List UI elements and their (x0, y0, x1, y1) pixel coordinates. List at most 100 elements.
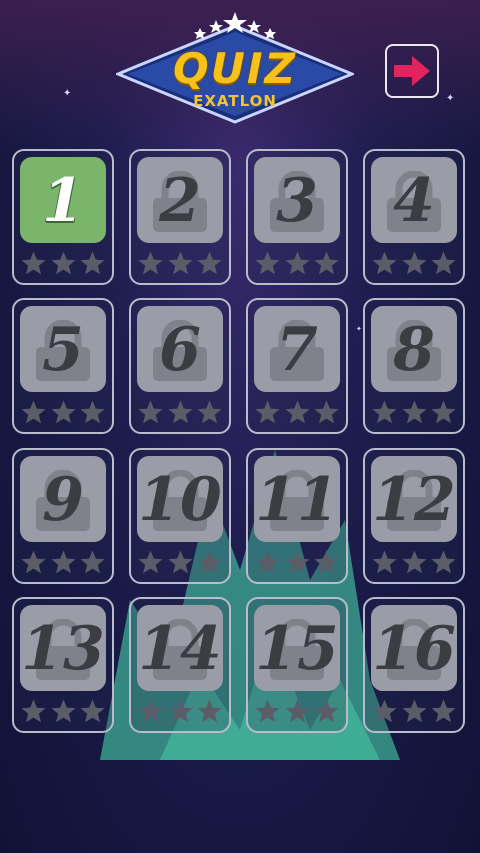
star-icon (168, 550, 192, 573)
star-icon (80, 699, 105, 722)
star-icon (80, 400, 105, 423)
star-icon (402, 400, 426, 423)
star-rating (371, 548, 457, 576)
level-card-12[interactable]: 12 (363, 448, 465, 584)
star-icon (51, 699, 75, 722)
level-card-6[interactable]: 6 (129, 298, 231, 434)
star-icon (21, 400, 46, 423)
level-number: 11 (255, 465, 339, 535)
level-tile[interactable]: 5 (20, 306, 106, 392)
level-tile[interactable]: 3 (254, 157, 340, 243)
star-icon (168, 699, 192, 722)
level-tile[interactable]: 16 (371, 605, 457, 691)
level-tile[interactable]: 7 (254, 306, 340, 392)
star-rating (137, 697, 223, 725)
star-icon (51, 550, 75, 573)
star-icon (402, 699, 426, 722)
star-icon (138, 699, 163, 722)
level-number: 4 (393, 166, 435, 236)
level-tile[interactable]: 10 (137, 456, 223, 542)
star-icon (21, 699, 46, 722)
star-rating (371, 249, 457, 277)
level-card-16[interactable]: 16 (363, 597, 465, 733)
level-card-5[interactable]: 5 (12, 298, 114, 434)
star-icon (431, 699, 456, 722)
star-rating (371, 697, 457, 725)
star-icon (255, 550, 280, 573)
star-rating (20, 398, 106, 426)
star-icon (372, 251, 397, 274)
star-icon (255, 400, 280, 423)
level-number: 9 (42, 465, 84, 535)
star-icon (197, 251, 222, 274)
level-tile[interactable]: 13 (20, 605, 106, 691)
level-number: 13 (21, 614, 105, 684)
level-card-9[interactable]: 9 (12, 448, 114, 584)
star-rating (254, 398, 340, 426)
star-icon (168, 251, 192, 274)
level-card-4[interactable]: 4 (363, 149, 465, 285)
star-icon (285, 400, 309, 423)
star-rating (254, 548, 340, 576)
level-card-14[interactable]: 14 (129, 597, 231, 733)
star-icon (197, 400, 222, 423)
level-number: 6 (159, 315, 201, 385)
star-icon (372, 550, 397, 573)
star-icon (285, 699, 309, 722)
level-number: 1 (42, 166, 84, 236)
star-icon (372, 699, 397, 722)
level-number: 12 (372, 465, 456, 535)
level-tile[interactable]: 11 (254, 456, 340, 542)
level-card-8[interactable]: 8 (363, 298, 465, 434)
star-icon (138, 251, 163, 274)
level-number: 10 (138, 465, 222, 535)
level-card-1[interactable]: 1 (12, 149, 114, 285)
star-rating (254, 697, 340, 725)
level-tile[interactable]: 9 (20, 456, 106, 542)
level-tile[interactable]: 14 (137, 605, 223, 691)
level-tile[interactable]: 12 (371, 456, 457, 542)
star-icon (51, 400, 75, 423)
level-card-15[interactable]: 15 (246, 597, 348, 733)
star-icon (314, 400, 339, 423)
star-icon (21, 550, 46, 573)
level-tile[interactable]: 6 (137, 306, 223, 392)
star-icon (80, 251, 105, 274)
star-icon (372, 400, 397, 423)
star-icon (80, 550, 105, 573)
level-number: 7 (276, 315, 318, 385)
level-tile[interactable]: 1 (20, 157, 106, 243)
level-card-10[interactable]: 10 (129, 448, 231, 584)
star-rating (20, 249, 106, 277)
level-number: 3 (276, 166, 318, 236)
star-rating (254, 249, 340, 277)
level-number: 8 (393, 315, 435, 385)
star-icon (431, 400, 456, 423)
level-number: 15 (255, 614, 339, 684)
level-tile[interactable]: 15 (254, 605, 340, 691)
level-card-11[interactable]: 11 (246, 448, 348, 584)
level-number: 2 (159, 166, 201, 236)
star-icon (431, 251, 456, 274)
star-icon (285, 550, 309, 573)
star-rating (137, 249, 223, 277)
star-rating (20, 548, 106, 576)
star-icon (138, 400, 163, 423)
level-card-7[interactable]: 7 (246, 298, 348, 434)
level-number: 16 (372, 614, 456, 684)
level-tile[interactable]: 2 (137, 157, 223, 243)
star-icon (314, 251, 339, 274)
level-card-2[interactable]: 2 (129, 149, 231, 285)
star-icon (314, 550, 339, 573)
level-card-13[interactable]: 13 (12, 597, 114, 733)
level-number: 5 (42, 315, 84, 385)
level-card-3[interactable]: 3 (246, 149, 348, 285)
star-icon (197, 550, 222, 573)
level-tile[interactable]: 4 (371, 157, 457, 243)
level-grid: 1 2 3 4 5 6 7 8 9 10 11 12 13 14 15 16 (0, 0, 480, 853)
star-rating (20, 697, 106, 725)
star-rating (371, 398, 457, 426)
star-icon (51, 251, 75, 274)
star-icon (21, 251, 46, 274)
level-tile[interactable]: 8 (371, 306, 457, 392)
